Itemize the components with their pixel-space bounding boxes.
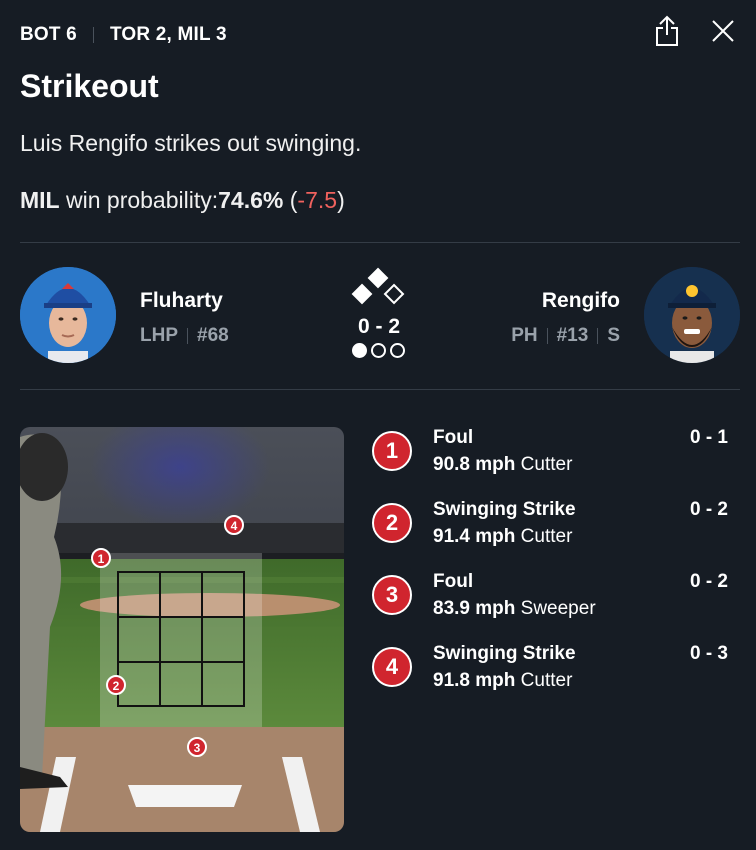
matchup: Fluharty LHP #68 0 - 2 Rengifo PH #13 S	[20, 265, 740, 365]
pitch-marker-1: 1	[91, 548, 111, 568]
pitch-speed: 83.9 mph	[433, 598, 516, 619]
pitcher-avatar[interactable]	[20, 267, 116, 363]
play-title: Strikeout	[20, 68, 159, 104]
pitcher-number: #68	[197, 325, 229, 346]
svg-text:3: 3	[194, 741, 201, 755]
win-prob-label: win probability:	[66, 187, 219, 213]
strike-zone-view: 1 2 3 4	[20, 427, 344, 832]
pitch-speed-type: 91.4 mph Cutter	[433, 526, 572, 548]
batter-name[interactable]: Rengifo	[542, 289, 620, 313]
pitch-type: Sweeper	[520, 598, 596, 619]
pitch-row[interactable]: 2 Swinging Strike 91.4 mph Cutter 0 - 2	[372, 499, 732, 571]
pitch-marker-4: 4	[224, 515, 244, 535]
pitch-result: Foul	[433, 571, 474, 592]
pitch-result: Foul	[433, 427, 474, 448]
play-description: Luis Rengifo strikes out swinging.	[20, 130, 362, 156]
batter-position: PH	[511, 325, 538, 346]
game-header: BOT 6 TOR 2, MIL 3	[20, 22, 736, 48]
share-button[interactable]	[652, 14, 682, 48]
pitch-count: 0 - 2	[689, 571, 728, 592]
section-divider	[20, 242, 740, 243]
ball-strike-count: 0 - 2	[357, 315, 401, 338]
pitch-type: Cutter	[520, 670, 573, 691]
pitch-type: Cutter	[520, 454, 573, 475]
pitch-speed-type: 90.8 mph Cutter	[433, 454, 572, 476]
pitch-marker-3: 3	[187, 737, 207, 757]
close-icon	[712, 20, 734, 42]
pitch-speed-type: 83.9 mph Sweeper	[433, 598, 596, 620]
win-prob-change-wrap: (-7.5)	[289, 187, 345, 213]
meta-divider	[187, 328, 188, 344]
win-prob-value: 74.6%	[218, 187, 284, 213]
close-button[interactable]	[708, 14, 738, 48]
pitch-number-badge: 3	[372, 575, 412, 615]
inning-label: BOT 6	[20, 24, 77, 45]
pitch-row[interactable]: 3 Foul 83.9 mph Sweeper 0 - 2	[372, 571, 732, 643]
score-label: TOR 2, MIL 3	[109, 24, 227, 45]
pitch-speed: 91.4 mph	[433, 526, 516, 547]
header-actions	[652, 14, 738, 48]
pitch-speed: 91.8 mph	[433, 670, 516, 691]
win-probability: MIL win probability:74.6% (-7.5)	[20, 187, 345, 214]
batter-meta: PH #13 S	[511, 325, 620, 347]
pitcher-meta: LHP #68	[140, 325, 229, 347]
pitch-type: Cutter	[520, 526, 573, 547]
out-dot	[390, 343, 405, 358]
pitch-list: 1 Foul 90.8 mph Cutter 0 - 1 2 Swinging …	[372, 427, 732, 715]
outs-indicator	[352, 343, 405, 358]
batter-number: #13	[556, 325, 589, 346]
win-prob-team: MIL	[20, 187, 60, 213]
header-divider	[92, 27, 94, 43]
meta-divider	[597, 328, 599, 344]
bases-diamond	[351, 267, 405, 305]
pitch-result: Swinging Strike	[433, 643, 576, 664]
svg-text:1: 1	[98, 552, 105, 566]
pitch-number-badge: 4	[372, 647, 412, 687]
win-prob-change: -7.5	[297, 187, 338, 213]
batter-avatar[interactable]	[644, 267, 740, 363]
meta-divider	[546, 328, 548, 344]
pitch-number-badge: 2	[372, 503, 412, 543]
out-dot	[352, 343, 367, 358]
pitch-marker-2: 2	[106, 675, 126, 695]
svg-text:4: 4	[231, 519, 238, 533]
pitch-count: 0 - 2	[689, 499, 728, 520]
pitcher-name[interactable]: Fluharty	[140, 289, 223, 313]
section-divider	[20, 389, 740, 390]
out-dot	[371, 343, 386, 358]
pitch-row[interactable]: 4 Swinging Strike 91.8 mph Cutter 0 - 3	[372, 643, 732, 715]
batter-bats: S	[607, 325, 620, 346]
pitch-count: 0 - 1	[689, 427, 728, 448]
svg-text:2: 2	[113, 679, 120, 693]
pitch-count: 0 - 3	[689, 643, 728, 664]
pitcher-position: LHP	[140, 325, 178, 346]
pitch-speed: 90.8 mph	[433, 454, 516, 475]
pitch-number-badge: 1	[372, 431, 412, 471]
pitch-speed-type: 91.8 mph Cutter	[433, 670, 572, 692]
pitch-result: Swinging Strike	[433, 499, 576, 520]
share-icon	[656, 15, 678, 46]
third-base	[351, 283, 373, 305]
first-base	[383, 283, 405, 305]
count-situation: 0 - 2	[350, 267, 408, 363]
pitch-row[interactable]: 1 Foul 90.8 mph Cutter 0 - 1	[372, 427, 732, 499]
second-base	[367, 267, 389, 289]
strike-zone-scene: 1 2 3 4	[20, 427, 344, 832]
